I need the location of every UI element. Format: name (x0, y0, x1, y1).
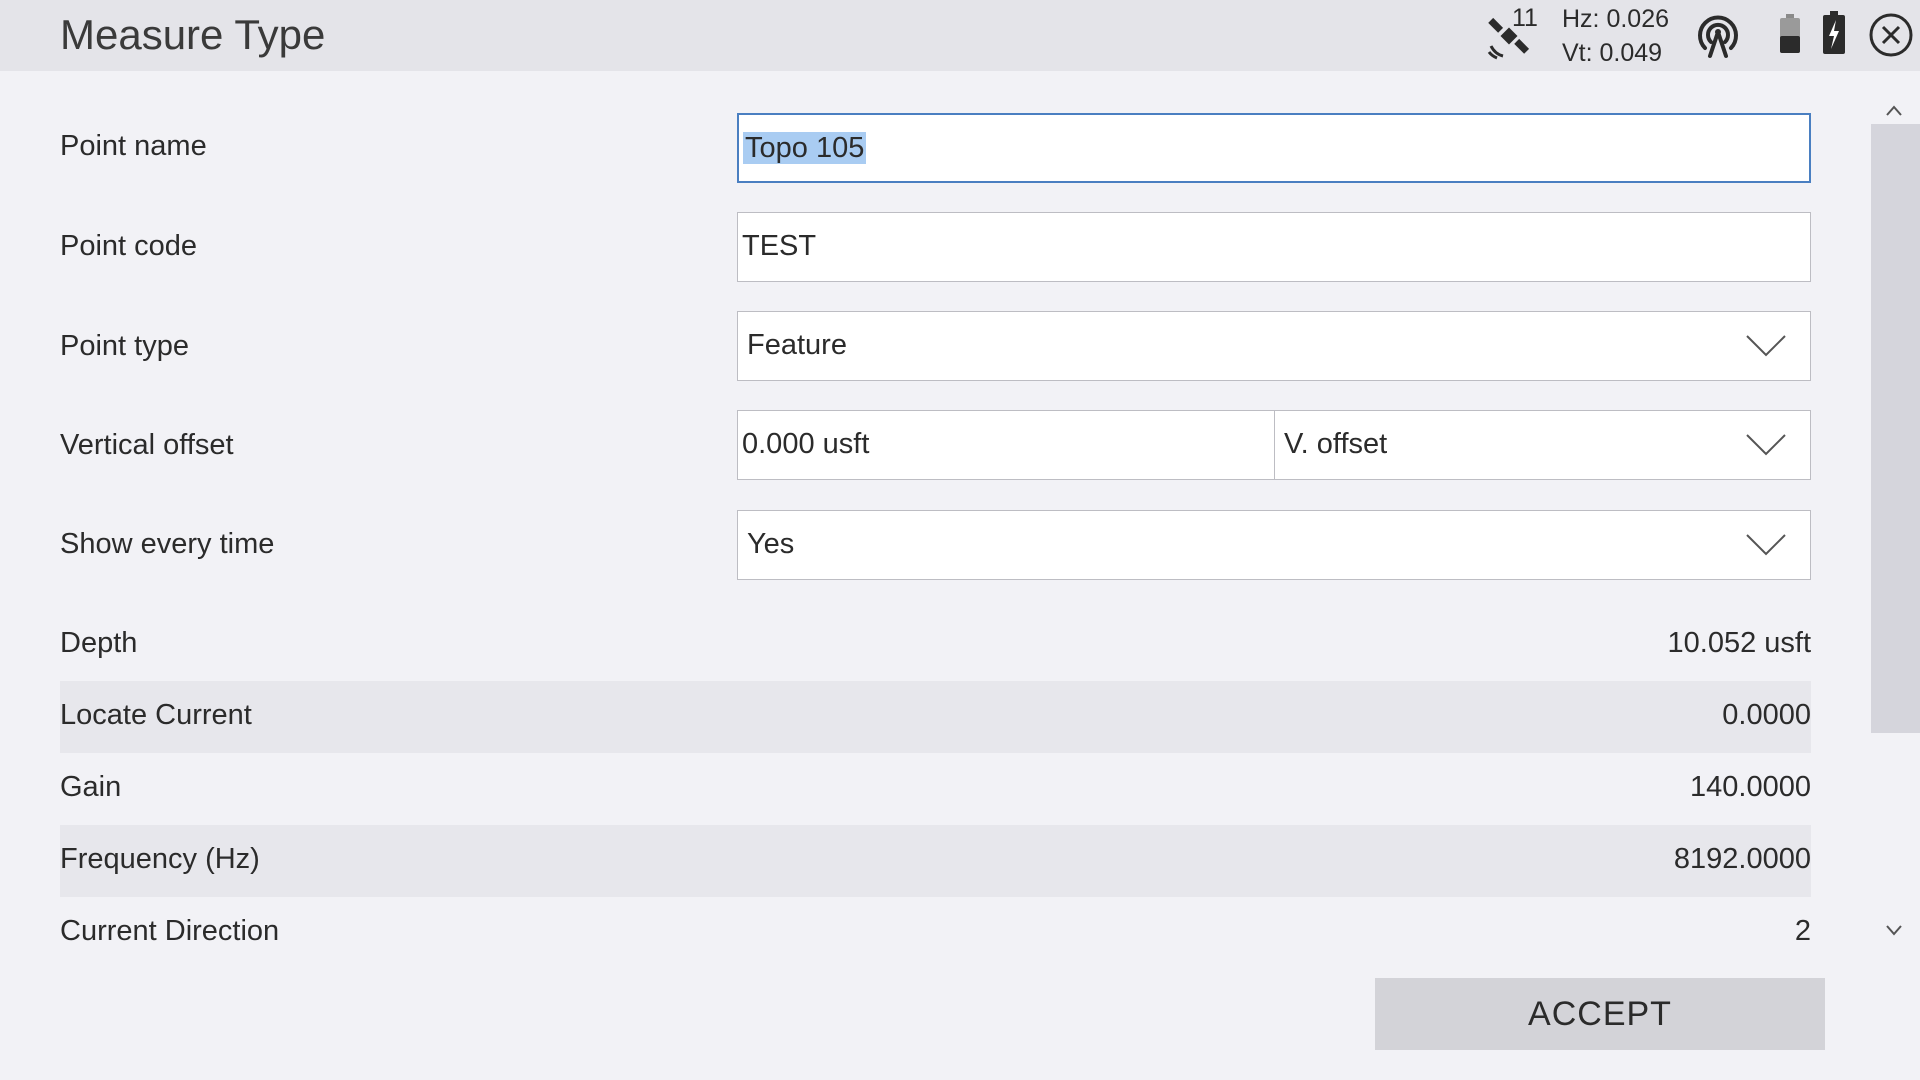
chevron-down-icon (1746, 534, 1786, 556)
point-type-label: Point type (60, 330, 189, 362)
point-name-input[interactable]: Topo 105 (737, 113, 1811, 183)
point-name-label: Point name (60, 130, 207, 162)
point-code-label: Point code (60, 230, 198, 262)
reading-row-locate-current: Locate Current 0.0000 (60, 681, 1811, 753)
receiver-battery-icon[interactable] (1779, 14, 1801, 54)
scroll-up-icon[interactable] (1884, 101, 1904, 121)
reading-label: Current Direction (60, 915, 280, 947)
accept-button[interactable]: ACCEPT (1375, 978, 1825, 1050)
reading-value: 8192.0000 (1673, 843, 1811, 875)
close-icon[interactable] (1868, 12, 1914, 58)
point-code-input[interactable]: TEST (737, 212, 1811, 282)
reading-value: 0.0000 (1722, 699, 1811, 731)
title-bar: Measure Type 11 Hz: 0.026 Vt: 0.049 (0, 0, 1920, 71)
reading-row-current-direction: Current Direction 2 (60, 897, 1811, 969)
satellite-count: 11 (1512, 4, 1538, 32)
show-every-time-label: Show every time (60, 528, 275, 560)
reading-value: 140.0000 (1690, 771, 1811, 803)
reading-label: Locate Current (60, 699, 252, 731)
reading-row-frequency: Frequency (Hz) 8192.0000 (60, 825, 1811, 897)
reading-value: 2 (1794, 915, 1811, 947)
scrollbar-thumb[interactable] (1871, 124, 1920, 733)
vertical-offset-label: Vertical offset (60, 429, 234, 461)
vt-precision: Vt: 0.049 (1562, 39, 1663, 67)
point-type-dropdown[interactable]: Feature (737, 311, 1811, 381)
vertical-offset-input[interactable]: 0.000 usft (737, 410, 1275, 480)
vertical-offset-value: 0.000 usft (742, 428, 870, 460)
vertical-offset-mode-dropdown[interactable]: V. offset (1274, 410, 1811, 480)
show-every-time-dropdown[interactable]: Yes (737, 510, 1811, 580)
point-code-value: TEST (742, 230, 817, 262)
chevron-down-icon (1746, 434, 1786, 456)
reading-row-gain: Gain 140.0000 (60, 753, 1811, 825)
point-type-value: Feature (747, 329, 847, 361)
point-name-value: Topo 105 (743, 132, 867, 164)
reading-label: Depth (60, 627, 138, 659)
reading-label: Gain (60, 771, 122, 803)
scroll-down-icon[interactable] (1884, 920, 1904, 940)
reading-row-depth: Depth 10.052 usft (60, 609, 1811, 681)
page-title: Measure Type (60, 11, 326, 58)
reading-value: 10.052 usft (1667, 627, 1812, 659)
chevron-down-icon (1746, 335, 1786, 357)
show-every-time-value: Yes (747, 528, 795, 560)
radio-link-icon[interactable] (1693, 10, 1743, 60)
precision-readout[interactable]: Hz: 0.026 Vt: 0.049 (1562, 2, 1669, 70)
reading-label: Frequency (Hz) (60, 843, 260, 875)
vertical-offset-mode-value: V. offset (1284, 428, 1388, 460)
controller-battery-icon[interactable] (1822, 11, 1846, 55)
hz-precision: Hz: 0.026 (1562, 5, 1670, 33)
